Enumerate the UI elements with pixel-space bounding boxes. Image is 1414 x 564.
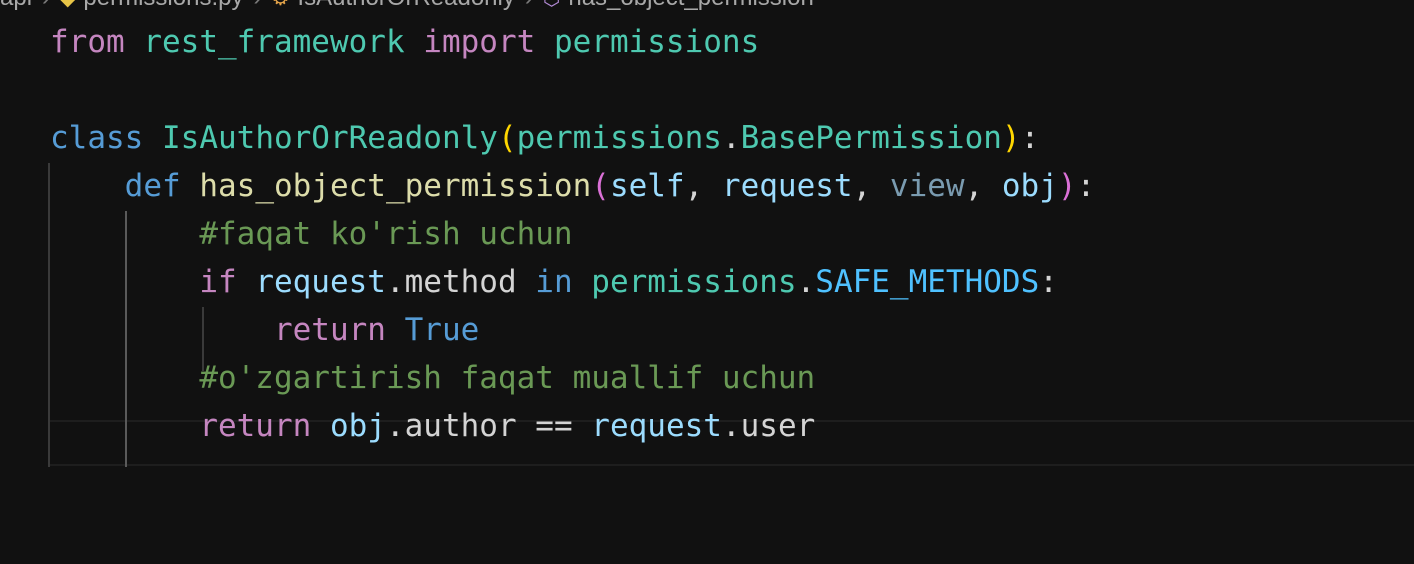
breadcrumb-item-class[interactable]: IsAuthorOrReadonly — [297, 0, 514, 11]
code-line-3[interactable]: class IsAuthorOrReadonly(permissions.Bas… — [50, 114, 1039, 162]
chevron-right-icon: › — [42, 0, 50, 11]
breadcrumb-item-method[interactable]: has_object_permission — [568, 0, 813, 11]
method-symbol-icon: ⬡ — [543, 0, 560, 13]
code-line-6[interactable]: if request.method in permissions.SAFE_ME… — [50, 258, 1058, 306]
code-line-4[interactable]: def has_object_permission(self, request,… — [50, 162, 1096, 210]
code-line-9[interactable]: return obj.author == request.user — [50, 402, 815, 450]
code-line-8[interactable]: #o'zgartirish faqat muallif uchun — [50, 354, 815, 402]
breadcrumb: api › ◆ permissions.py › ⚙ IsAuthorOrReadonly ›… — [0, 0, 814, 12]
chevron-right-icon: › — [253, 0, 261, 11]
class-symbol-icon: ⚙ — [271, 0, 289, 13]
code-line-1[interactable]: from rest_framework import permissions — [50, 18, 759, 66]
python-file-icon: ◆ — [60, 0, 75, 13]
chevron-right-icon: › — [525, 0, 533, 11]
code-line-5[interactable]: #faqat ko'rish uchun — [50, 210, 572, 258]
code-line-7[interactable]: return True — [50, 306, 479, 354]
breadcrumb-item-root[interactable]: api — [0, 0, 32, 11]
breadcrumb-item-file[interactable]: permissions.py — [83, 0, 243, 11]
